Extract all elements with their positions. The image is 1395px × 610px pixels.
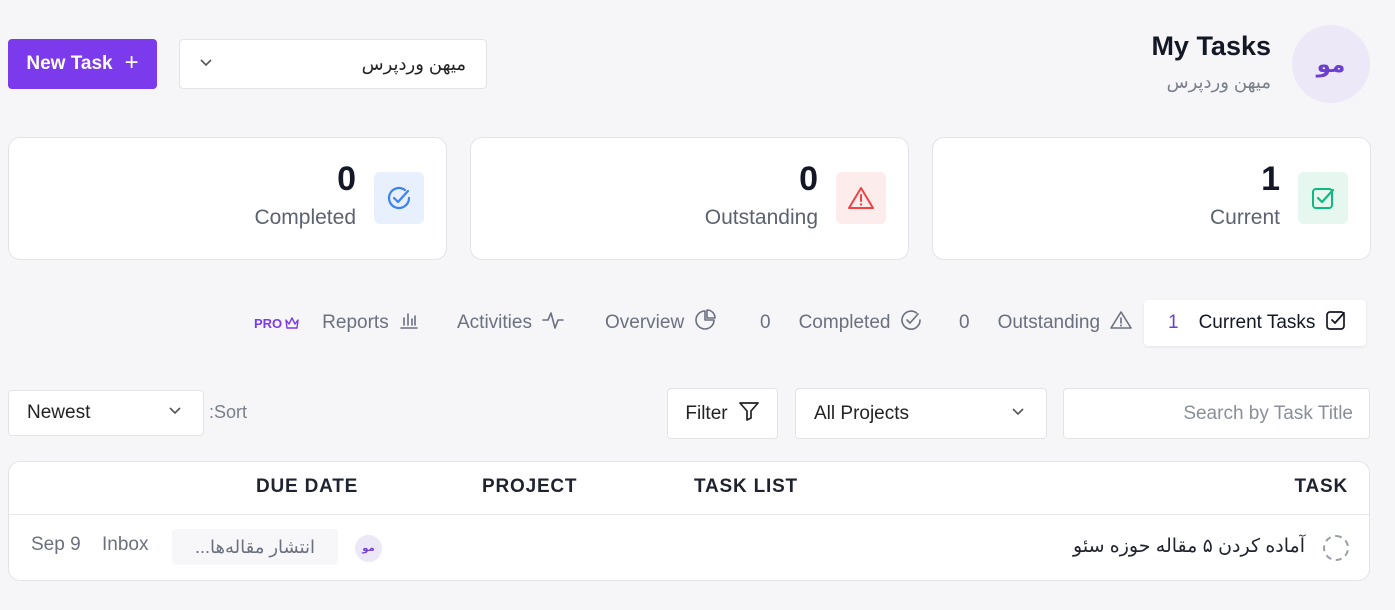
page-subtitle: میهن وردپرس [1166,72,1271,92]
page-title: My Tasks [1151,31,1271,61]
sort-label: Sort: [209,402,248,422]
stat-card-current: 1 Current [932,137,1371,260]
col-project: PROJECT [482,476,578,497]
tab-outstanding-label: Outstanding [997,312,1101,333]
pro-badge-text: PRO [254,315,283,331]
table-row[interactable]: Sep 9 Inbox انتشار مقاله‌ها... مو آماده … [9,515,1369,580]
filter-icon [738,401,760,427]
new-task-label: New Task [26,53,113,74]
outstanding-count: 0 [799,160,818,198]
plus-icon: + [124,49,139,76]
tab-activities-label: Activities [457,312,532,333]
tab-outstanding-count: 0 [959,312,970,333]
tab-current-label: Current Tasks [1198,312,1316,333]
check-circle-icon [900,309,922,337]
sort-value: Newest [27,402,91,423]
warning-icon [836,172,886,224]
tab-current-tasks[interactable]: 1 Current Tasks [1144,300,1366,346]
col-task: TASK [1294,476,1348,497]
project-value: All Projects [814,402,910,424]
pro-badge: PRO [254,316,300,331]
stat-card-outstanding: 0 Outstanding [470,137,909,260]
tab-overview[interactable]: Overview [605,300,716,346]
col-task-list: TASK LIST [694,476,798,497]
col-due-date: DUE DATE [256,476,359,497]
tab-outstanding[interactable]: 0 Outstanding [959,300,1132,346]
tasks-table: DUE DATE PROJECT TASK LIST TASK Sep 9 In… [8,461,1370,581]
avatar: مو [1292,25,1370,103]
filter-button[interactable]: Filter [667,388,778,439]
chevron-down-icon [1010,403,1026,425]
completed-count: 0 [337,160,356,198]
due-date-cell: Sep 9 [31,534,81,555]
tab-completed[interactable]: 0 Completed [760,300,922,346]
tab-activities[interactable]: Activities [457,300,564,346]
pie-chart-icon [694,309,716,337]
new-task-button[interactable]: New Task + [8,39,157,89]
tab-current-count: 1 [1168,312,1179,333]
sort-select[interactable]: Newest [8,390,204,436]
completed-label: Completed [254,206,356,229]
task-list-chip[interactable]: انتشار مقاله‌ها... [172,529,338,565]
activity-icon [542,310,564,336]
outstanding-label: Outstanding [704,206,818,229]
filter-label: Filter [685,402,728,424]
check-circle-icon [374,172,424,224]
chevron-down-icon [198,54,214,75]
project-select[interactable]: All Projects [795,388,1047,439]
chevron-down-icon [167,402,183,424]
assignee-avatar: مو [355,535,382,562]
checkbox-icon [1298,172,1348,224]
tab-completed-count: 0 [760,312,771,333]
current-count: 1 [1261,160,1280,198]
crown-icon [285,317,299,329]
task-title[interactable]: آماده کردن ۵ مقاله حوزه سئو [1073,535,1305,558]
task-complete-toggle[interactable] [1323,535,1349,561]
tab-reports[interactable]: PRO Reports [254,300,419,346]
tab-reports-label: Reports [322,312,389,333]
project-cell[interactable]: Inbox [102,534,148,556]
search-input[interactable] [1063,388,1370,439]
current-label: Current [1209,206,1280,229]
tab-overview-label: Overview [605,312,685,333]
stat-card-completed: 0 Completed [8,137,447,260]
warning-icon [1110,310,1132,336]
checkbox-icon [1325,309,1347,337]
bar-chart-icon [399,310,419,336]
tab-completed-label: Completed [798,312,891,333]
workspace-value: میهن وردپرس [361,53,466,74]
table-header: DUE DATE PROJECT TASK LIST TASK [9,462,1369,515]
workspace-select[interactable]: میهن وردپرس [179,39,487,89]
